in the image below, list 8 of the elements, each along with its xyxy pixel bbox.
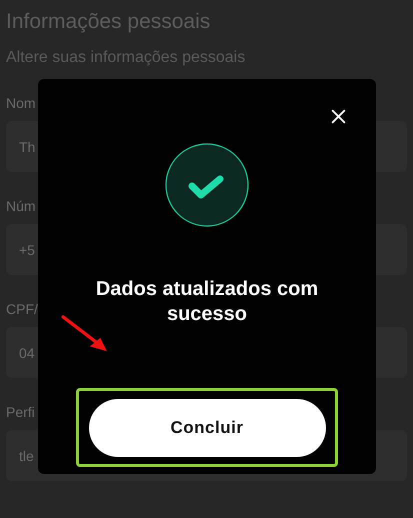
check-circle-icon [165,143,249,227]
field-label: Núm [6,197,36,216]
field-label: Perfi [6,403,35,422]
close-icon[interactable] [331,109,346,124]
field-label: CPF/ [6,300,38,319]
conclude-button[interactable]: Concluir [88,398,326,456]
success-message: Dados atualizados com sucesso [94,277,320,327]
field-label: Nom [6,94,36,113]
